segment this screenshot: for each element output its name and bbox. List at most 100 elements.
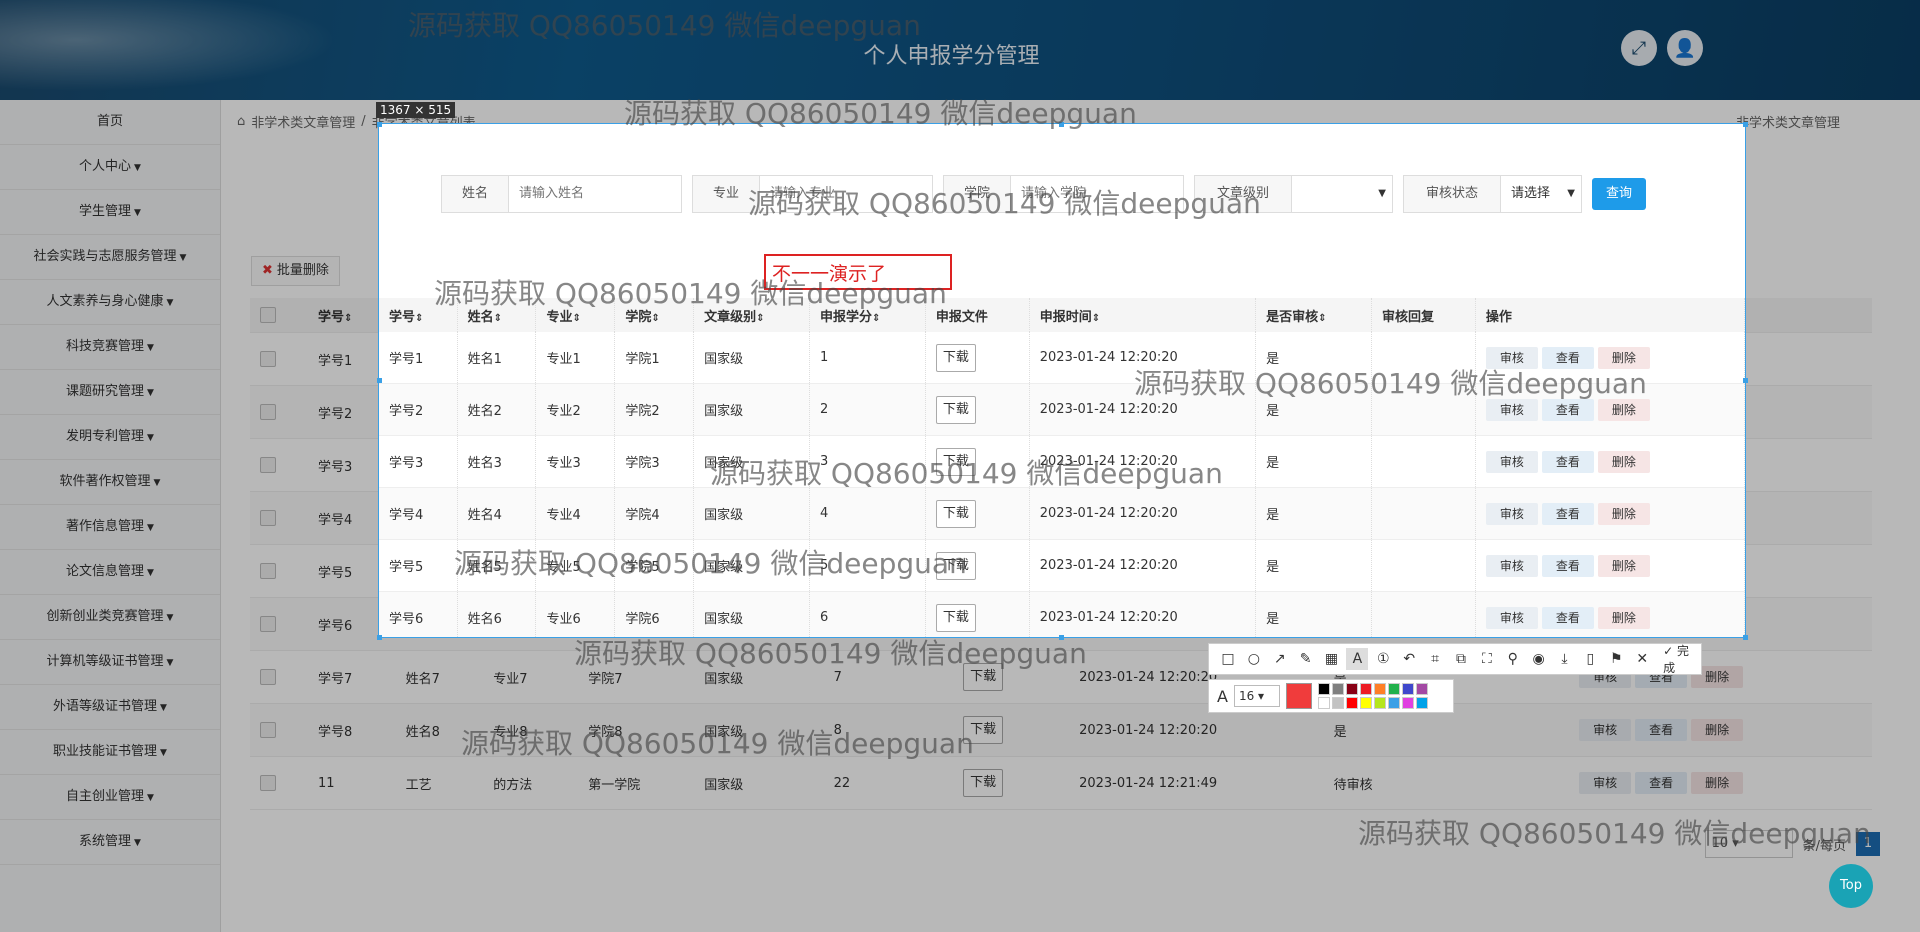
column-header[interactable]: 文章级别⇕ — [693, 298, 810, 332]
resize-handle[interactable] — [1743, 122, 1748, 127]
column-header[interactable]: 申报时间⇕ — [1029, 298, 1257, 332]
resize-handle[interactable] — [377, 378, 382, 383]
view-button[interactable]: 查看 — [1541, 450, 1594, 473]
column-header[interactable]: 学院⇕ — [614, 298, 695, 332]
color-swatch[interactable] — [1359, 697, 1372, 709]
color-swatch[interactable] — [1415, 683, 1428, 695]
font-size-select[interactable]: 16 ▾ — [1233, 685, 1280, 707]
number-marker-icon[interactable]: ① — [1372, 648, 1394, 670]
record-icon[interactable]: ◉ — [1528, 648, 1550, 670]
text-icon[interactable]: A — [1346, 648, 1369, 670]
color-swatch[interactable] — [1387, 683, 1400, 695]
column-header[interactable]: 姓名⇕ — [457, 298, 537, 332]
text-annotation[interactable]: 不一一演示了 — [764, 254, 952, 290]
view-button[interactable]: 查看 — [1541, 502, 1594, 525]
column-header[interactable]: 学号⇕ — [379, 298, 458, 332]
color-swatch[interactable] — [1345, 683, 1358, 695]
download-button[interactable]: 下载 — [935, 499, 976, 528]
view-button[interactable]: 查看 — [1541, 346, 1594, 369]
credit-cell: 6 — [809, 591, 926, 637]
name-search-input[interactable] — [509, 176, 681, 212]
resize-handle[interactable] — [1059, 122, 1064, 127]
sort-icon[interactable]: ⇕ — [494, 313, 502, 324]
resize-handle[interactable] — [1743, 635, 1748, 640]
college-search-input[interactable] — [1011, 176, 1183, 212]
column-header[interactable]: 是否审核⇕ — [1255, 298, 1372, 332]
text-style-bar: A 16 ▾ — [1208, 679, 1454, 713]
resize-handle[interactable] — [1743, 378, 1748, 383]
delete-button[interactable]: 删除 — [1597, 554, 1650, 577]
undo-icon[interactable]: ↶ — [1398, 648, 1420, 670]
view-button[interactable]: 查看 — [1541, 554, 1594, 577]
done-button[interactable]: ✓ 完成 — [1663, 642, 1701, 676]
pin-icon[interactable]: ⚲ — [1502, 648, 1524, 670]
delete-button[interactable]: 删除 — [1597, 346, 1650, 369]
column-header[interactable]: 专业⇕ — [535, 298, 616, 332]
resize-handle[interactable] — [377, 122, 382, 127]
sort-icon[interactable]: ⇕ — [572, 313, 580, 324]
sort-icon[interactable]: ⇕ — [651, 313, 659, 324]
sort-icon[interactable]: ⇕ — [1092, 313, 1100, 324]
close-icon[interactable]: ✕ — [1631, 648, 1653, 670]
pen-icon[interactable]: ✎ — [1295, 648, 1317, 670]
color-swatch[interactable] — [1317, 683, 1330, 695]
translate-icon[interactable]: ⧉ — [1450, 648, 1472, 670]
mobile-icon[interactable]: ▯ — [1579, 648, 1601, 670]
query-button[interactable]: 查询 — [1592, 178, 1647, 210]
color-swatch[interactable] — [1331, 683, 1344, 695]
delete-button[interactable]: 删除 — [1597, 398, 1650, 421]
back-to-top-button[interactable]: Top — [1829, 864, 1873, 908]
color-swatch[interactable] — [1317, 697, 1330, 709]
audit-button[interactable]: 审核 — [1485, 502, 1538, 525]
delete-button[interactable]: 删除 — [1597, 502, 1650, 525]
major-search-input[interactable] — [760, 176, 932, 212]
color-swatch[interactable] — [1387, 697, 1400, 709]
sort-icon[interactable]: ⇕ — [1318, 313, 1326, 324]
sort-icon[interactable]: ⇕ — [415, 313, 423, 324]
capture-region[interactable]: 姓名 专业 学院 文章级别 ▼ 审核状态 请选择▼ 查询 不一一演示了 学号⇕姓… — [378, 123, 1746, 638]
download-button[interactable]: 下载 — [935, 447, 976, 476]
resize-handle[interactable] — [377, 635, 382, 640]
audit-button[interactable]: 审核 — [1485, 450, 1538, 473]
arrow-icon[interactable]: ↗ — [1269, 648, 1291, 670]
level-cell: 国家级 — [693, 332, 810, 384]
column-header[interactable]: 申报学分⇕ — [809, 298, 926, 332]
download-button[interactable]: 下载 — [935, 603, 976, 632]
level-cell: 国家级 — [693, 435, 810, 488]
crop-icon[interactable]: ⌗ — [1424, 648, 1446, 670]
audit-button[interactable]: 审核 — [1485, 398, 1538, 421]
status-select[interactable]: 请选择 ▼ — [1501, 176, 1581, 212]
color-swatch[interactable] — [1401, 697, 1414, 709]
download-button[interactable]: 下载 — [935, 551, 976, 580]
color-swatch[interactable] — [1401, 683, 1414, 695]
expand-icon[interactable]: ⛶ — [1476, 648, 1498, 670]
mosaic-icon[interactable]: ▦ — [1321, 648, 1343, 670]
color-swatch[interactable] — [1331, 697, 1344, 709]
color-swatch[interactable] — [1415, 697, 1428, 709]
ellipse-icon[interactable]: ○ — [1243, 648, 1265, 670]
column-header: 审核回复 — [1371, 298, 1476, 332]
sort-icon[interactable]: ⇕ — [756, 313, 764, 324]
rectangle-icon[interactable]: □ — [1217, 648, 1239, 670]
delete-button[interactable]: 删除 — [1597, 450, 1650, 473]
color-swatch[interactable] — [1359, 683, 1372, 695]
credit-cell: 2 — [809, 383, 926, 436]
current-color-swatch[interactable] — [1285, 683, 1312, 709]
color-swatch[interactable] — [1373, 697, 1386, 709]
color-swatch[interactable] — [1373, 683, 1386, 695]
view-button[interactable]: 查看 — [1541, 606, 1594, 629]
audit-button[interactable]: 审核 — [1485, 554, 1538, 577]
download-button[interactable]: 下载 — [935, 395, 976, 424]
download-button[interactable]: 下载 — [935, 343, 976, 372]
audit-button[interactable]: 审核 — [1485, 606, 1538, 629]
credit-cell: 5 — [809, 539, 926, 592]
audit-button[interactable]: 审核 — [1485, 346, 1538, 369]
level-select[interactable]: ▼ — [1292, 176, 1392, 212]
sort-icon[interactable]: ⇕ — [872, 313, 880, 324]
delete-button[interactable]: 删除 — [1597, 606, 1650, 629]
color-swatch[interactable] — [1345, 697, 1358, 709]
resize-handle[interactable] — [1059, 635, 1064, 640]
bookmark-icon[interactable]: ⚑ — [1605, 648, 1627, 670]
download-icon[interactable]: ⤓ — [1554, 648, 1576, 670]
view-button[interactable]: 查看 — [1541, 398, 1594, 421]
